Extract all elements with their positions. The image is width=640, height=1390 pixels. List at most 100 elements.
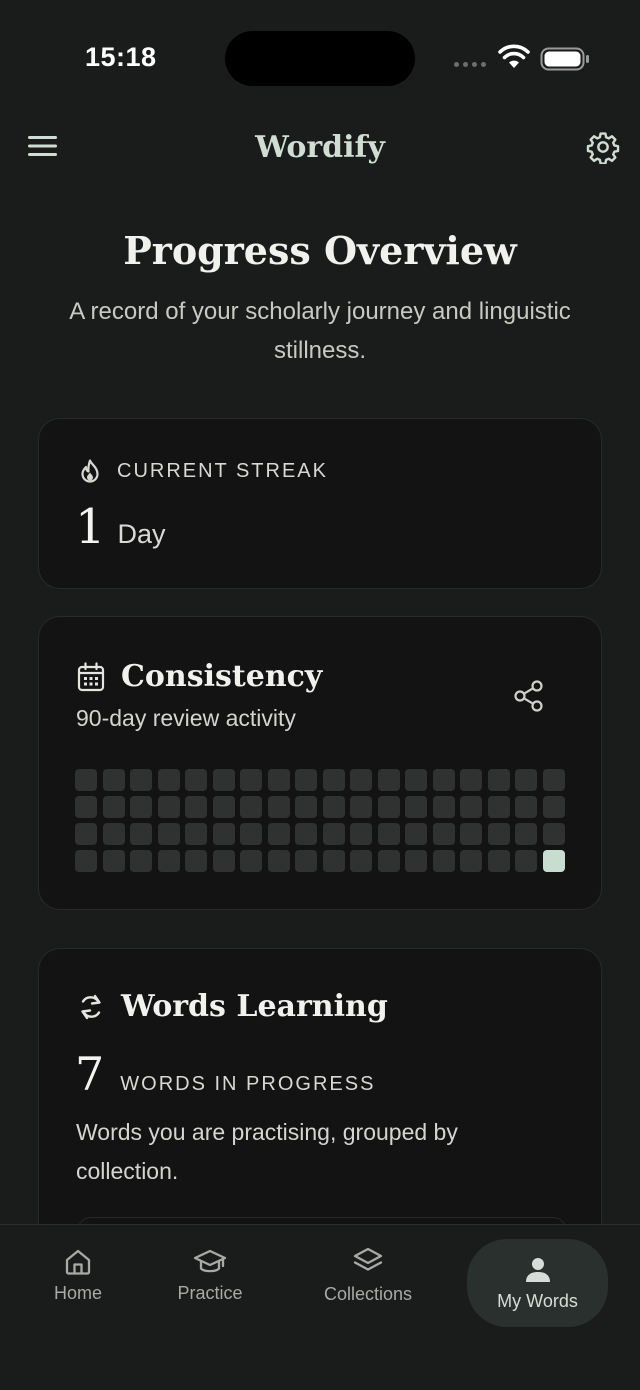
activity-cell: [405, 823, 427, 845]
activity-cell: [102, 796, 125, 818]
activity-cell: [102, 850, 125, 872]
activity-cell: [460, 769, 482, 791]
words-learning-card[interactable]: Words Learning 7 WORDS IN PROGRESS Words…: [38, 948, 602, 1257]
activity-cell: [432, 796, 455, 818]
layers-icon: [353, 1247, 383, 1271]
tab-label: My Words: [497, 1290, 578, 1311]
activity-cell: [240, 823, 262, 845]
activity-cell: [487, 769, 510, 791]
activity-cell: [350, 796, 372, 818]
refresh-icon: [81, 994, 101, 1019]
activity-cell: [432, 823, 455, 845]
activity-cell: [322, 796, 345, 818]
activity-cell: [130, 850, 152, 872]
activity-cell: [185, 769, 207, 791]
activity-cell: [130, 796, 152, 818]
words-count-row: 7 WORDS IN PROGRESS: [75, 1047, 375, 1101]
wifi-icon: [498, 44, 530, 68]
activity-cell: [212, 769, 235, 791]
activity-cell: [212, 850, 235, 872]
activity-cell: [240, 850, 262, 872]
activity-cell: [515, 850, 537, 872]
user-icon: [525, 1257, 550, 1282]
activity-cell: [267, 769, 290, 791]
activity-cell: [267, 796, 290, 818]
activity-cell: [350, 823, 372, 845]
tab-home[interactable]: Home: [18, 1225, 138, 1325]
activity-cell: [350, 850, 372, 872]
activity-cell: [240, 796, 262, 818]
activity-cell: [295, 823, 317, 845]
activity-cell: [157, 850, 180, 872]
activity-cell: [295, 769, 317, 791]
words-count: 7: [75, 1047, 105, 1101]
activity-cell: [405, 796, 427, 818]
activity-cell: [542, 823, 565, 845]
activity-cell: [432, 769, 455, 791]
consistency-card: Consistency 90-day review activity: [38, 616, 602, 910]
words-learning-title: Words Learning: [121, 989, 388, 1024]
words-count-label: WORDS IN PROGRESS: [120, 1073, 376, 1095]
tab-label: Practice: [177, 1282, 243, 1303]
page-subtitle: A record of your scholarly journey and l…: [69, 298, 571, 364]
activity-cell: [322, 823, 345, 845]
activity-cell: [75, 769, 97, 791]
battery-icon: [540, 47, 589, 71]
activity-cell: [405, 850, 427, 872]
cellular-signal-icon: [454, 62, 486, 67]
activity-cell: [542, 796, 565, 818]
tab-label: Collections: [323, 1283, 413, 1304]
tab-practice[interactable]: Practice: [150, 1225, 270, 1325]
words-description: Words you are practising, grouped by col…: [76, 1119, 458, 1184]
app-title: Wordify: [255, 130, 385, 165]
activity-cell: [432, 850, 455, 872]
activity-heatmap: [75, 769, 565, 872]
activity-cell: [130, 823, 152, 845]
tab-label: Home: [53, 1282, 102, 1303]
activity-cell-active: [542, 850, 565, 872]
activity-cell: [515, 769, 537, 791]
activity-cell: [157, 823, 180, 845]
activity-cell: [295, 850, 317, 872]
dynamic-island: [225, 31, 415, 86]
calendar-icon: [77, 661, 105, 691]
activity-cell: [75, 796, 97, 818]
status-time: 15:18: [85, 42, 157, 72]
streak-label: CURRENT STREAK: [117, 459, 328, 482]
consistency-title: Consistency: [121, 659, 323, 694]
activity-cell: [240, 769, 262, 791]
activity-cell: [212, 823, 235, 845]
gear-icon[interactable]: [586, 130, 620, 164]
activity-cell: [515, 823, 537, 845]
activity-cell: [322, 769, 345, 791]
activity-cell: [185, 823, 207, 845]
home-icon: [65, 1249, 91, 1275]
streak-card: CURRENT STREAK 1 Day: [38, 418, 602, 589]
flame-icon: [81, 459, 99, 483]
activity-cell: [75, 850, 97, 872]
activity-cell: [157, 769, 180, 791]
activity-cell: [487, 796, 510, 818]
tab-my-words[interactable]: My Words: [467, 1239, 608, 1327]
activity-cell: [487, 823, 510, 845]
activity-cell: [267, 850, 290, 872]
tab-collections[interactable]: Collections: [298, 1225, 438, 1325]
activity-cell: [102, 769, 125, 791]
status-bar: 15:18: [0, 0, 640, 110]
activity-cell: [377, 796, 400, 818]
activity-cell: [322, 850, 345, 872]
activity-cell: [377, 850, 400, 872]
activity-cell: [157, 796, 180, 818]
bottom-tab-bar: Home Practice Collections My Words: [0, 1224, 640, 1390]
consistency-subtitle: 90-day review activity: [76, 705, 296, 731]
activity-cell: [515, 796, 537, 818]
activity-cell: [460, 823, 482, 845]
app-header: Wordify: [0, 120, 640, 176]
share-icon[interactable]: [513, 679, 545, 713]
streak-value-row: 1 Day: [75, 499, 166, 555]
streak-unit: Day: [117, 519, 166, 549]
streak-header: CURRENT STREAK: [79, 459, 328, 483]
activity-cell: [377, 823, 400, 845]
activity-cell: [460, 850, 482, 872]
activity-cell: [295, 796, 317, 818]
